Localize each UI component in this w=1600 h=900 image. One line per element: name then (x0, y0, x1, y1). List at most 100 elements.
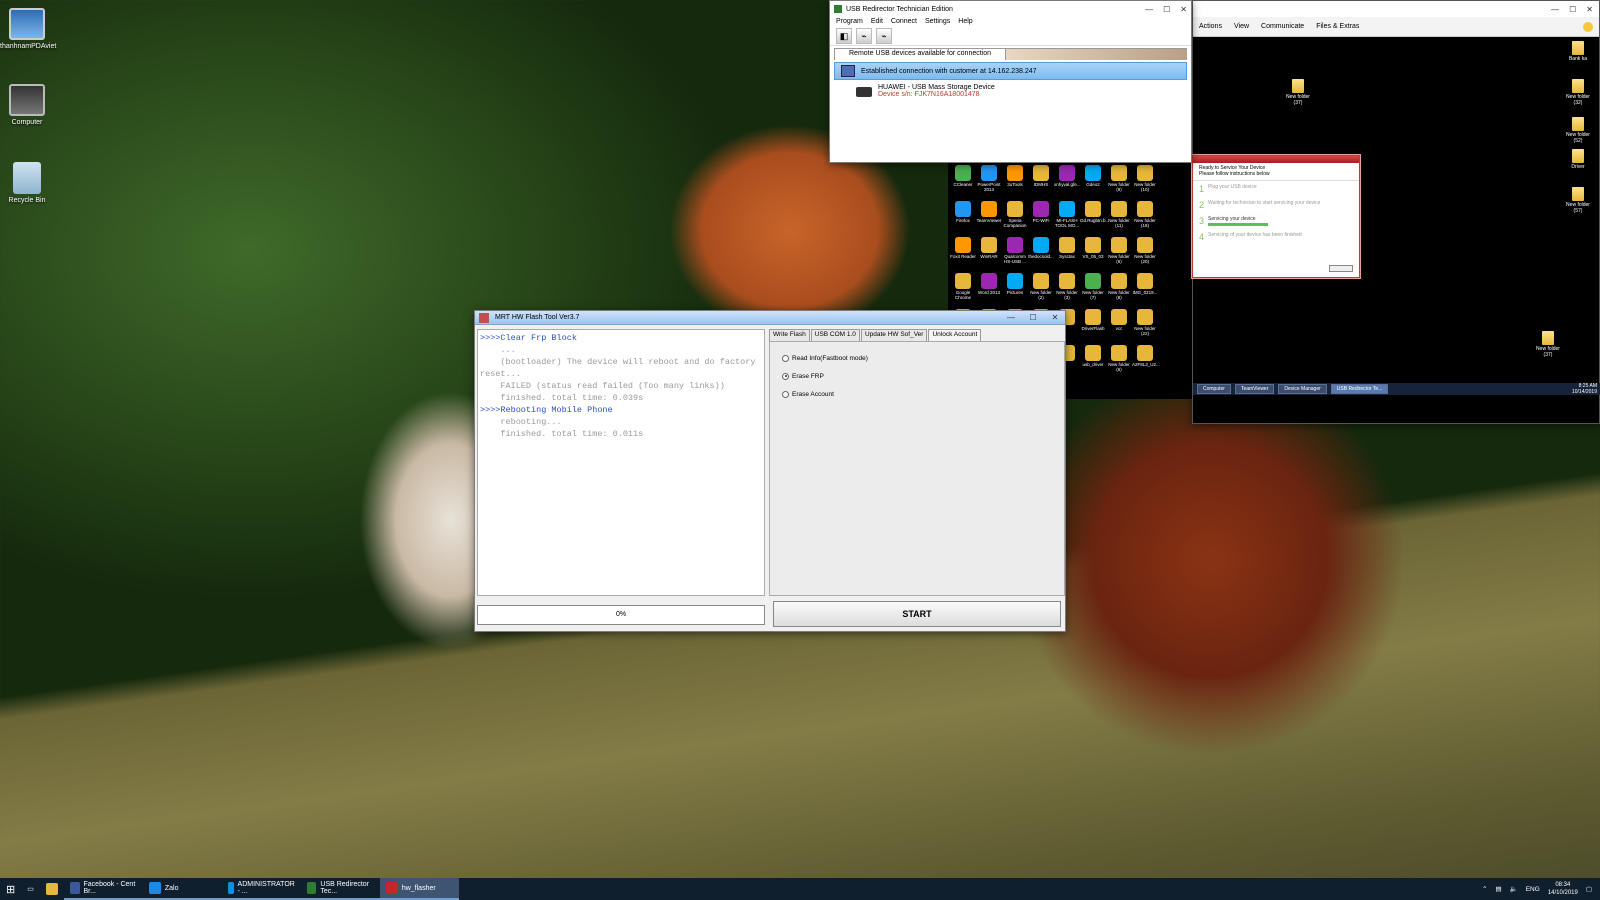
chevron-up-icon[interactable]: ⌃ (1482, 885, 1487, 893)
toolbar-view[interactable]: View (1234, 23, 1249, 30)
task-view-button[interactable]: ▭ (21, 878, 40, 900)
window-controls[interactable]: — ☐ ✕ (1551, 5, 1593, 14)
remote-folder-icon[interactable]: New folder (57) (1563, 187, 1593, 214)
usb-redirector-window[interactable]: USB Redirector Technician Edition — ☐ ✕ Pr… (829, 0, 1192, 163)
remote-desktop-icon[interactable]: xnhyval.gfe... (1054, 165, 1081, 187)
remote-desktop-icon[interactable]: Gdeo2 (1080, 165, 1106, 187)
toolbar-files-extras[interactable]: Files & Extras (1316, 23, 1359, 30)
service-device-dialog[interactable]: Ready to Service Your Device Please foll… (1192, 155, 1360, 278)
minimize-icon[interactable]: — (1005, 313, 1017, 323)
remote-desktop-icon[interactable]: New folder (3) (1054, 273, 1080, 300)
option-read-info[interactable]: Read Info(Fastboot mode) (782, 354, 1064, 362)
volume-icon[interactable]: 🔈 (1510, 885, 1518, 893)
remote-desktop-icon[interactable]: Qualcomm HS-USB ... (1002, 237, 1028, 264)
radio-erase-account[interactable] (782, 390, 789, 398)
remote-desktop-icon[interactable]: New folder (10) (1132, 165, 1158, 192)
connection-row[interactable]: Established connection with customer at … (834, 62, 1187, 80)
remote-desktop-icon[interactable]: A2F8L3_U2... (1132, 345, 1160, 367)
remote-desktop-icon[interactable]: New folder (11) (1106, 201, 1132, 228)
remote-folder-icon[interactable]: Driver (1563, 149, 1593, 170)
device-row[interactable]: HUAWEI - USB Mass Storage Device Device … (856, 84, 1191, 98)
remote-desktop-icon[interactable]: Pictures (1002, 273, 1028, 295)
usb-unplug-icon[interactable]: ⌁ (876, 28, 892, 44)
clock[interactable]: 08:34 14/10/2019 (1548, 881, 1578, 897)
remote-desktop-icon[interactable]: New folder (18) (1132, 201, 1158, 228)
option-erase-frp[interactable]: Erase FRP (782, 372, 1064, 380)
menu-program[interactable]: Program (836, 18, 863, 25)
menu-connect[interactable]: Connect (891, 18, 917, 25)
network-icon[interactable]: ▤ (1495, 885, 1501, 893)
remote-folder-icon[interactable]: Bank ka (1563, 41, 1593, 62)
remote-desktop-icon[interactable]: vcc (1106, 309, 1132, 331)
remote-desktop-icon[interactable]: 3uTools (1002, 165, 1028, 187)
minimize-icon[interactable]: — (1551, 5, 1559, 14)
desktop-icon-thanhnam[interactable]: thanhnamPDAviet (0, 8, 56, 50)
remote-desktop-icon[interactable]: Xperia Companion (1002, 201, 1028, 228)
usb-plug-icon[interactable]: ⌁ (856, 28, 872, 44)
remote-desktop-icon[interactable]: New folder (8) (1106, 273, 1132, 300)
desktop-icon-recycle-bin[interactable]: Recycle Bin (0, 162, 54, 204)
notification-icon[interactable]: ▢ (1586, 885, 1592, 893)
taskbar-app[interactable]: hw_flasher (379, 878, 459, 900)
remote-desktop-icon[interactable]: MI-FLASH TOOL MO... (1054, 201, 1080, 228)
dialog-cancel-button[interactable] (1329, 265, 1353, 272)
option-erase-account[interactable]: Erase Account (782, 390, 1064, 398)
remote-task-device-manager[interactable]: Device Manager (1278, 384, 1327, 394)
window-controls[interactable]: — ☐ ✕ (1145, 5, 1187, 14)
window-controls[interactable]: — ☐ ✕ (1005, 313, 1061, 323)
remote-folder-icon[interactable]: New folder (37) (1533, 331, 1563, 358)
remote-desktop-icon[interactable]: WinRAR (976, 237, 1002, 259)
remote-folder-icon[interactable]: New folder (52) (1563, 117, 1593, 144)
remote-desktop-icon[interactable]: Firefox (950, 201, 976, 223)
maximize-icon[interactable]: ☐ (1163, 5, 1170, 14)
taskbar-app[interactable]: Facebook - Cent Br... (63, 878, 143, 900)
menu-help[interactable]: Help (958, 18, 972, 25)
toolbar-communicate[interactable]: Communicate (1261, 23, 1304, 30)
remote-desktop-icon[interactable]: New folder (7) (1080, 273, 1106, 300)
remote-desktop-icon[interactable]: Gd.Rugbtn.b... (1080, 201, 1109, 223)
remote-desktop-icon[interactable]: Word 2013 (976, 273, 1002, 295)
remote-folder-icon[interactable]: New folder (32) (1563, 79, 1593, 106)
toolbar-actions[interactable]: Actions (1199, 23, 1222, 30)
remote-desktop-icon[interactable]: New folder (20) (1132, 237, 1158, 264)
remote-desktop-icon[interactable]: usb_driver (1080, 345, 1106, 367)
remote-task-teamviewer[interactable]: TeamViewer (1234, 384, 1275, 394)
remote-desktop-icon[interactable]: New folder (6) (1106, 345, 1132, 372)
tab-update-hw-sof-ver[interactable]: Update HW Sof_Ver (860, 329, 928, 341)
remote-desktop-icon[interactable]: VS_05_03 (1080, 237, 1106, 259)
taskbar-app[interactable]: ADMINISTRATOR - ... (221, 878, 301, 900)
remote-folder-icon[interactable]: New folder (37) (1283, 79, 1313, 106)
connect-icon[interactable]: ◧ (836, 28, 852, 44)
remote-desktop-icon[interactable]: CCleaner (950, 165, 976, 187)
remote-desktop-icon[interactable]: PC-WiFi (1028, 201, 1054, 223)
menu-settings[interactable]: Settings (925, 18, 950, 25)
remote-desktop-icon[interactable]: IMG_0219... (1132, 273, 1158, 295)
tab-usb-com[interactable]: USB COM 1.0 (810, 329, 860, 341)
tab-write-flash[interactable]: Write Flash (769, 329, 810, 341)
log-output[interactable]: >>>>Clear Frp Block ... (bootloader) The… (477, 329, 765, 596)
maximize-icon[interactable]: ☐ (1569, 5, 1576, 14)
remote-desktop-icon[interactable]: New folder (22) (1132, 309, 1158, 336)
tab-unlock-account[interactable]: Unlock Account (928, 329, 982, 341)
desktop-icon-computer[interactable]: Computer (0, 84, 54, 126)
remote-desktop-icon[interactable]: PowerPoint 2013 (976, 165, 1002, 192)
smiley-icon[interactable] (1583, 21, 1593, 32)
remote-task-computer[interactable]: Computer (1197, 384, 1231, 394)
taskbar-app[interactable]: Zalo (142, 878, 222, 900)
file-explorer-button[interactable] (40, 878, 64, 900)
close-icon[interactable]: ✕ (1586, 5, 1593, 14)
remote-desktop-icon[interactable]: IDMHS (1028, 165, 1054, 187)
mrt-flash-tool-window[interactable]: MRT HW Flash Tool Ver3.7 — ☐ ✕ >>>>Clear F… (474, 310, 1066, 632)
start-menu-button[interactable]: ⊞ (0, 878, 21, 900)
remote-desktop-icon[interactable]: New folder (6) (1106, 237, 1132, 264)
taskbar-app[interactable]: USB Redirector Tec... (300, 878, 380, 900)
minimize-icon[interactable]: — (1145, 5, 1153, 14)
radio-erase-frp[interactable] (782, 372, 789, 380)
close-icon[interactable]: ✕ (1180, 5, 1187, 14)
language-indicator[interactable]: ENG (1526, 886, 1540, 893)
remote-task-usb-redirector[interactable]: USB Redirector Te... (1330, 384, 1389, 394)
remote-desktop-icon[interactable]: Foxit Reader (950, 237, 976, 259)
remote-desktop-icon[interactable]: New folder (2) (1028, 273, 1054, 300)
close-icon[interactable]: ✕ (1049, 313, 1061, 323)
radio-read-info[interactable] (782, 354, 789, 362)
